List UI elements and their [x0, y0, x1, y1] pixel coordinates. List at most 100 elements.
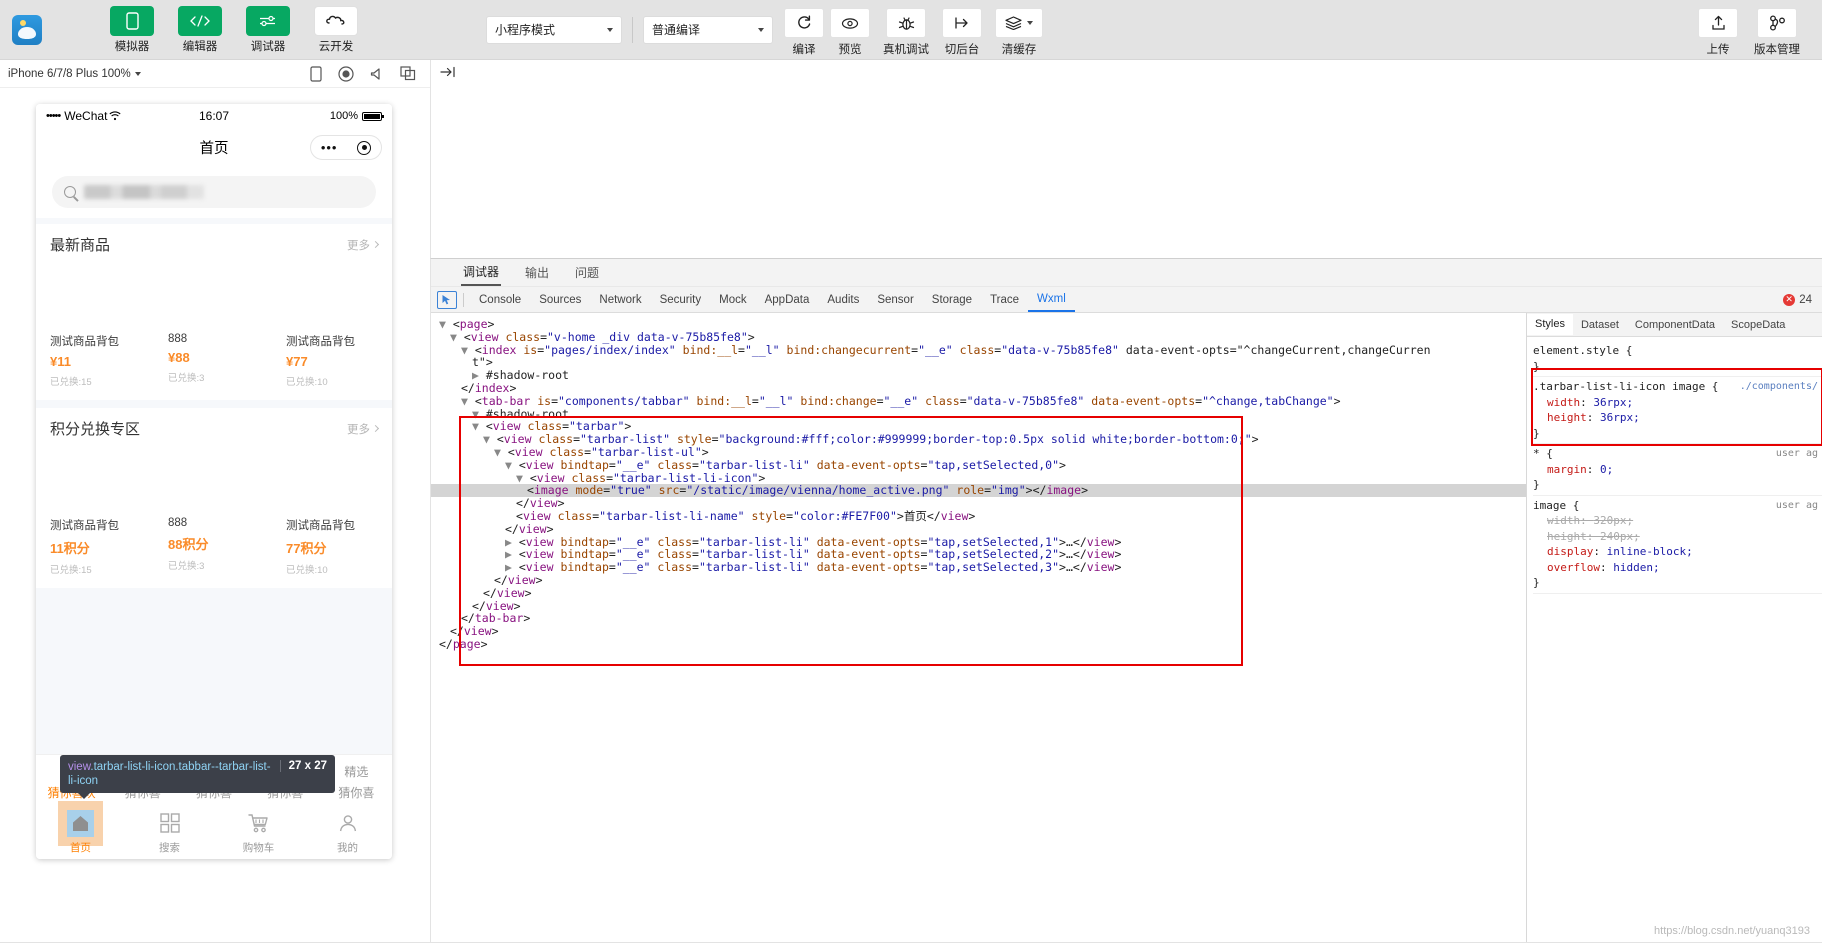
tab-appdata[interactable]: AppData	[756, 289, 819, 311]
wxml-line[interactable]: </view>	[431, 574, 1526, 587]
product-card[interactable]: 测试商品背包 11积分 已兑换:15	[50, 517, 168, 576]
more-link[interactable]: 更多	[347, 237, 380, 253]
wxml-line[interactable]: </tab-bar>	[431, 612, 1526, 625]
menu-dots-icon[interactable]: •••	[321, 140, 338, 155]
product-card[interactable]: 测试商品背包 ¥11 已兑换:15	[50, 333, 168, 388]
tab-security[interactable]: Security	[651, 289, 711, 311]
product-exchanged: 已兑换:10	[286, 377, 328, 388]
tab-sources[interactable]: Sources	[530, 289, 590, 311]
tab-wxml[interactable]: Wxml	[1028, 288, 1075, 312]
editor-button[interactable]: 编辑器	[172, 5, 228, 54]
sub-tab-debugger[interactable]: 调试器	[461, 259, 502, 286]
clear-cache-action[interactable]: 清缓存	[995, 8, 1043, 57]
css-declaration[interactable]: height: 240px;	[1533, 529, 1822, 545]
tabbar-item-mine[interactable]: 我的	[303, 810, 392, 855]
debugger-label: 调试器	[250, 40, 286, 53]
tab-sensor[interactable]: Sensor	[868, 289, 922, 311]
styles-tab-componentdata[interactable]: ComponentData	[1627, 315, 1723, 335]
tabbar-item-search[interactable]: 搜索	[125, 810, 214, 855]
product-card[interactable]: 888 88积分 已兑换:3	[168, 517, 286, 576]
css-rule[interactable]: .tarbar-list-li-icon image {width: 36rpx…	[1533, 377, 1822, 444]
css-source-link[interactable]: user ag	[1776, 446, 1818, 462]
css-declaration[interactable]: width: 320px;	[1533, 513, 1822, 529]
wxml-line[interactable]: </view>	[431, 599, 1526, 613]
css-source-link[interactable]: user ag	[1776, 498, 1818, 514]
css-source-link[interactable]: ./components/	[1740, 379, 1818, 395]
background-icon[interactable]	[942, 8, 982, 38]
upload-action[interactable]: 上传	[1698, 8, 1738, 57]
wxml-line[interactable]: ▶ #shadow-root	[431, 369, 1526, 382]
css-rule[interactable]: image {width: 320px; height: 240px; displa…	[1533, 496, 1822, 594]
bug-icon[interactable]	[886, 8, 926, 38]
wxml-line[interactable]: </view>	[431, 625, 1526, 638]
simulator-button[interactable]: 模拟器	[104, 5, 160, 54]
wxml-line[interactable]: </page>	[431, 638, 1526, 651]
product-card[interactable]: 测试商品背包 ¥77 已兑换:10	[286, 333, 378, 388]
wechat-capsule[interactable]: •••	[310, 135, 382, 160]
tabbar-item-cart[interactable]: 购物车	[214, 810, 303, 855]
phone-content[interactable]: 最新商品 更多 测试商品背包 ¥11 已兑换:15 888 ¥88 已兑换:3 …	[36, 218, 392, 754]
styles-tab-styles[interactable]: Styles	[1527, 314, 1573, 335]
rotate-icon[interactable]	[310, 65, 322, 82]
tab-trace[interactable]: Trace	[981, 289, 1028, 311]
tabbar-item-home[interactable]: 首页	[36, 800, 125, 855]
styles-tab-dataset[interactable]: Dataset	[1573, 315, 1627, 335]
wxml-line[interactable]: ▶ <view bindtap="__e" class="tarbar-list…	[431, 561, 1526, 574]
device-selector[interactable]: iPhone 6/7/8 Plus 100%	[8, 68, 141, 80]
tab-storage[interactable]: Storage	[923, 289, 981, 311]
expand-arrow-icon[interactable]	[438, 63, 458, 81]
wxml-tree[interactable]: ▼ <page> ▼ <view class="v-home _div data-…	[431, 313, 1526, 943]
refresh-icon[interactable]	[784, 8, 824, 38]
real-device-debug-action[interactable]: 真机调试	[883, 8, 929, 57]
volume-icon[interactable]	[370, 67, 384, 81]
mode-select[interactable]: 小程序模式	[486, 15, 622, 44]
cloud-dev-button[interactable]: 云开发	[308, 5, 364, 54]
styles-tab-scopedata[interactable]: ScopeData	[1723, 315, 1793, 335]
tabbar-label: 购物车	[242, 841, 275, 854]
branch-icon[interactable]	[1757, 8, 1797, 38]
tooltip-dimensions: 27 x 27	[279, 760, 327, 772]
version-manage-action[interactable]: 版本管理	[1749, 8, 1805, 57]
product-card[interactable]: 888 ¥88 已兑换:3	[168, 333, 286, 388]
wxml-line[interactable]: t">	[431, 356, 1526, 369]
wxml-line[interactable]: <view class="tarbar-list-li-name" style=…	[431, 510, 1526, 523]
css-rule[interactable]: * {margin: 0;} user ag	[1533, 444, 1822, 496]
css-declaration[interactable]: height: 36rpx;	[1533, 410, 1822, 426]
debugger-button[interactable]: 调试器	[240, 5, 296, 54]
css-declaration[interactable]: overflow: hidden;	[1533, 560, 1822, 576]
multi-window-icon[interactable]	[400, 66, 416, 81]
target-icon[interactable]	[357, 140, 372, 155]
section-title: 最新商品	[50, 237, 111, 254]
sub-tab-problems[interactable]: 问题	[573, 260, 601, 285]
preview-action[interactable]: 预览	[830, 8, 870, 57]
product-card[interactable]: 测试商品背包 77积分 已兑换:10	[286, 517, 378, 576]
record-icon[interactable]	[338, 65, 354, 82]
upload-icon[interactable]	[1698, 8, 1738, 38]
sub-tab-output[interactable]: 输出	[523, 260, 551, 285]
css-rule[interactable]: element.style {}	[1533, 341, 1822, 377]
more-link[interactable]: 更多	[347, 421, 380, 437]
tooltip-selector: view.tarbar-list-li-icon.tabbar--tarbar-…	[68, 760, 272, 788]
signal-dots: •••••	[46, 110, 61, 122]
css-declaration[interactable]: margin: 0;	[1533, 462, 1822, 478]
css-declaration[interactable]: display: inline-block;	[1533, 544, 1822, 560]
eye-icon[interactable]	[830, 8, 870, 38]
error-badge[interactable]: ✕ 24	[1783, 293, 1812, 306]
wxml-line[interactable]: <image mode="true" src="/static/image/vi…	[431, 484, 1526, 498]
tab-audits[interactable]: Audits	[818, 289, 868, 311]
compile-action[interactable]: 编译	[784, 8, 824, 57]
compile-select[interactable]: 普通编译	[643, 15, 773, 44]
layers-icon[interactable]	[995, 8, 1043, 38]
wxml-line[interactable]: ▼ <tab-bar is="components/tabbar" bind:_…	[431, 394, 1526, 408]
css-declaration[interactable]: width: 36rpx;	[1533, 395, 1822, 411]
wxml-line[interactable]: </view>	[431, 586, 1526, 600]
tab-network[interactable]: Network	[590, 289, 650, 311]
tab-console[interactable]: Console	[470, 289, 530, 311]
tab-mock[interactable]: Mock	[710, 289, 755, 311]
search-input[interactable]	[52, 176, 376, 208]
css-selector: element.style {	[1533, 344, 1633, 357]
css-rules-list[interactable]: element.style {} .tarbar-list-li-icon ima…	[1527, 337, 1822, 594]
wxml-line[interactable]: ▼ <index is="pages/index/index" bind:__l…	[431, 343, 1526, 357]
background-action[interactable]: 切后台	[942, 8, 982, 57]
inspect-element-icon[interactable]	[437, 290, 457, 309]
